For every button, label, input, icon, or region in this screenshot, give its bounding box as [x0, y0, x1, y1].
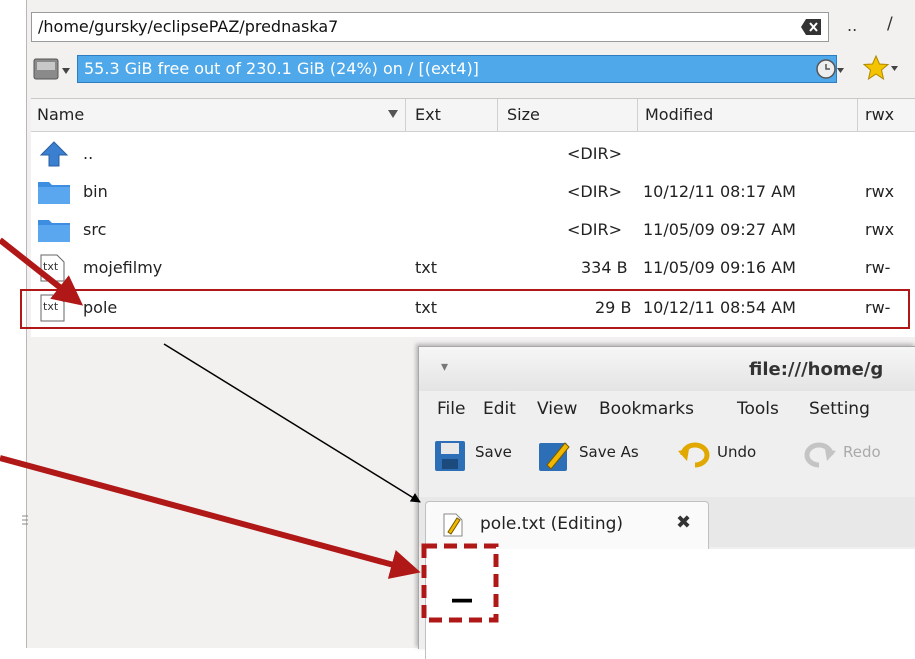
editor-toolbar: Save Save As Undo Redo	[419, 435, 915, 479]
editor-title: file:///home/g	[749, 359, 884, 380]
menu-edit[interactable]: Edit	[483, 399, 516, 419]
undo-icon[interactable]	[677, 441, 711, 469]
column-size[interactable]: Size	[507, 105, 540, 124]
file-name: bin	[83, 182, 108, 201]
file-rwx: rw-	[865, 258, 891, 277]
file-modified: 11/05/09 09:16 AM	[643, 258, 796, 277]
file-name: src	[83, 220, 107, 239]
file-size: <DIR>	[567, 144, 622, 163]
free-space-indicator: 55.3 GiB free out of 230.1 GiB (24%) on …	[77, 55, 837, 83]
svg-text:txt: txt	[43, 260, 59, 273]
file-size: <DIR>	[567, 220, 622, 239]
parent-dir-button[interactable]: ..	[847, 16, 857, 35]
save-as-icon[interactable]	[537, 439, 571, 473]
up-arrow-icon	[39, 141, 69, 167]
save-button[interactable]: Save	[475, 443, 512, 461]
path-field[interactable]: /home/gursky/eclipsePAZ/prednaska7	[31, 12, 829, 42]
redo-button[interactable]: Redo	[843, 443, 881, 461]
menu-view[interactable]: View	[537, 399, 577, 419]
folder-icon	[38, 220, 70, 242]
clear-path-icon[interactable]	[800, 18, 822, 36]
text-file-icon: txt	[40, 254, 65, 282]
history-icon[interactable]	[815, 56, 845, 82]
file-name: mojefilmy	[83, 258, 163, 277]
save-as-button[interactable]: Save As	[579, 443, 639, 461]
selected-row-highlight	[20, 289, 910, 329]
text-editor-window: ▾ file:///home/g File Edit View Bookmark…	[418, 346, 915, 659]
drive-icon[interactable]	[33, 56, 71, 82]
redo-icon[interactable]	[803, 441, 837, 469]
file-rwx: rwx	[865, 182, 895, 201]
menu-bookmarks[interactable]: Bookmarks	[599, 399, 694, 419]
menu-file[interactable]: File	[437, 399, 465, 419]
column-name[interactable]: Name	[37, 105, 84, 124]
menu-tools[interactable]: Tools	[737, 399, 779, 419]
column-modified[interactable]: Modified	[645, 105, 713, 124]
file-rwx: rwx	[865, 220, 895, 239]
close-tab-icon[interactable]: ✖	[676, 512, 691, 533]
folder-icon	[38, 182, 70, 204]
file-row-bin[interactable]: bin <DIR> 10/12/11 08:17 AM rwx	[31, 173, 915, 211]
tab-pole-txt[interactable]: pole.txt (Editing) ✖	[425, 501, 709, 550]
file-size: <DIR>	[567, 182, 622, 201]
file-ext: txt	[415, 258, 438, 277]
editor-document-area[interactable]: _	[425, 549, 915, 659]
column-rwx[interactable]: rwx	[865, 105, 894, 124]
undo-button[interactable]: Undo	[717, 443, 756, 461]
drive-bar: 55.3 GiB free out of 230.1 GiB (24%) on …	[33, 52, 837, 86]
column-ext[interactable]: Ext	[415, 105, 441, 124]
file-size: 334 B	[581, 258, 628, 277]
file-row-src[interactable]: src <DIR> 11/05/09 09:27 AM rwx	[31, 211, 915, 249]
editor-tabstrip: pole.txt (Editing) ✖	[419, 497, 915, 550]
file-modified: 10/12/11 08:17 AM	[643, 182, 796, 201]
window-menu-icon[interactable]: ▾	[441, 359, 448, 375]
file-name: ..	[83, 144, 94, 163]
document-content: _	[452, 557, 472, 603]
sort-down-icon[interactable]	[387, 109, 399, 119]
favorites-star-icon[interactable]	[863, 54, 899, 82]
root-dir-button[interactable]: /	[887, 14, 893, 34]
file-row-parent[interactable]: .. <DIR>	[31, 135, 915, 173]
tab-label: pole.txt (Editing)	[480, 514, 624, 534]
editor-titlebar: ▾ file:///home/g	[419, 347, 915, 391]
splitter-grip-icon[interactable]	[20, 512, 30, 528]
editor-menubar: File Edit View Bookmarks Tools Setting	[419, 393, 915, 427]
menu-settings[interactable]: Setting	[809, 399, 870, 419]
path-text: /home/gursky/eclipsePAZ/prednaska7	[38, 17, 339, 36]
file-modified: 11/05/09 09:27 AM	[643, 220, 796, 239]
file-list-header: Name Ext Size Modified rwx	[31, 99, 915, 132]
file-row-mojefilmy[interactable]: txt mojefilmy txt 334 B 11/05/09 09:16 A…	[31, 249, 915, 287]
save-icon[interactable]	[433, 439, 467, 473]
edit-document-icon	[443, 513, 463, 537]
